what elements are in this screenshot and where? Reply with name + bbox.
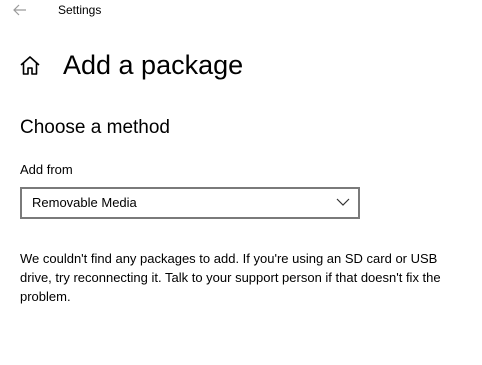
home-icon[interactable] xyxy=(19,55,41,77)
back-button[interactable] xyxy=(10,1,30,19)
dropdown-selected-value: Removable Media xyxy=(32,195,137,210)
add-from-dropdown[interactable]: Removable Media xyxy=(20,187,360,219)
title-bar: Settings xyxy=(0,0,482,22)
app-title: Settings xyxy=(58,3,102,17)
settings-page: Settings Add a package Choose a method A… xyxy=(0,0,482,365)
page-title: Add a package xyxy=(63,50,244,80)
chevron-down-icon xyxy=(336,198,350,206)
no-packages-message: We couldn't find any packages to add. If… xyxy=(20,251,441,304)
add-from-label: Add from xyxy=(20,162,73,177)
back-arrow-icon xyxy=(13,4,26,16)
section-title: Choose a method xyxy=(20,117,170,138)
